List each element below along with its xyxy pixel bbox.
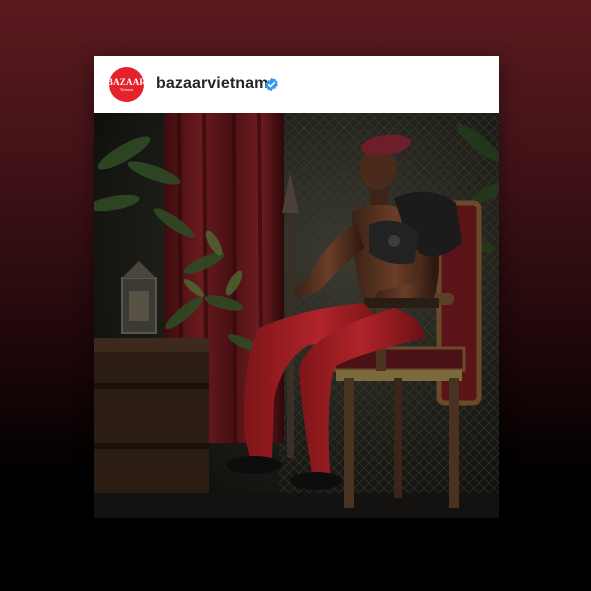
account-avatar[interactable]: BAZAAR Vietnam <box>109 67 144 102</box>
verified-badge-icon <box>265 77 278 92</box>
account-username[interactable]: bazaarvietnam <box>156 75 268 93</box>
post-header: BAZAAR Vietnam bazaarvietnam <box>94 56 499 113</box>
avatar-sub-text: Vietnam <box>119 86 134 92</box>
portrait-photo-illustration <box>94 113 499 518</box>
instagram-post-card: BAZAAR Vietnam bazaarvietnam <box>94 56 499 518</box>
avatar-logo-text: BAZAAR <box>109 76 144 87</box>
post-photo[interactable] <box>94 113 499 518</box>
